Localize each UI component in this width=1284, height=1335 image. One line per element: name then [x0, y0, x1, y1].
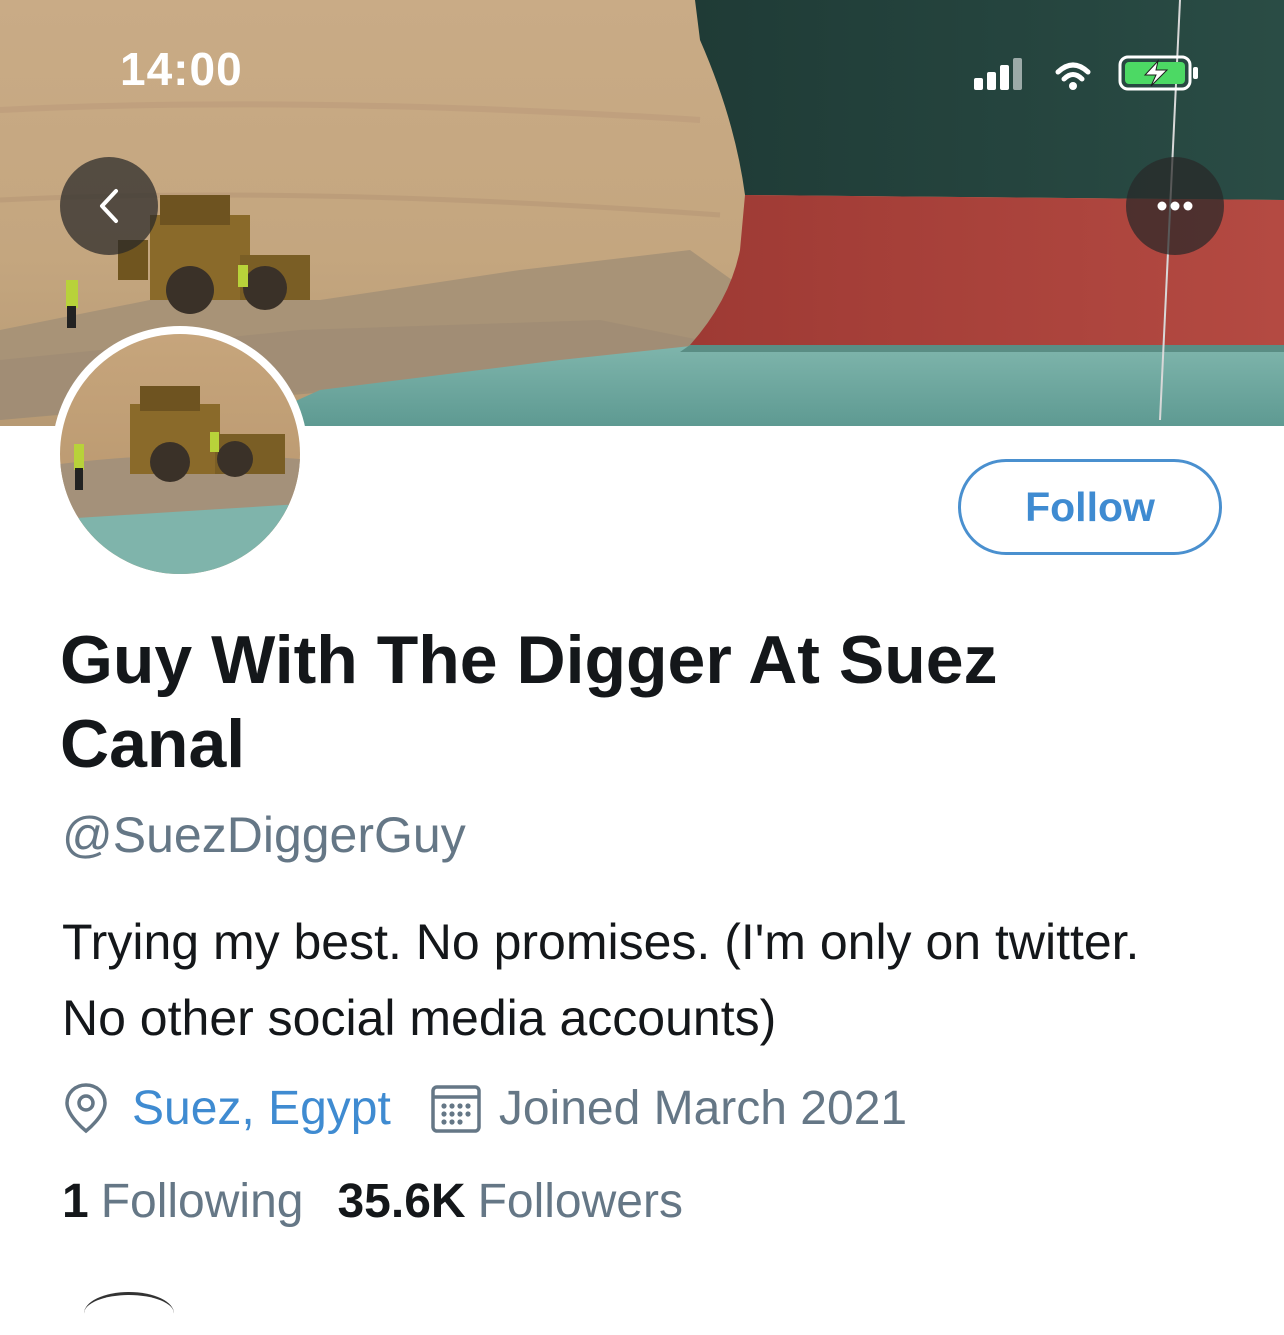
- status-bar-icons: [974, 55, 1198, 91]
- follow-button[interactable]: Follow: [958, 459, 1222, 555]
- chevron-left-icon: [100, 189, 118, 223]
- following-count: 1: [62, 1175, 89, 1228]
- back-button[interactable]: [60, 157, 158, 255]
- status-bar-time: 14:00: [120, 43, 243, 95]
- more-options-button[interactable]: [1126, 157, 1224, 255]
- battery-charging-icon: [1118, 55, 1198, 91]
- following-link[interactable]: 1 Following: [62, 1174, 303, 1229]
- followers-count: 35.6K: [337, 1175, 466, 1228]
- profile-display-name: Guy With The Digger At Suez Canal: [60, 622, 998, 782]
- wifi-icon: [1055, 62, 1091, 90]
- following-label: Following: [100, 1175, 304, 1228]
- next-section-peek: [84, 1292, 174, 1335]
- profile-meta: Suez, Egypt Joined March 2021: [62, 1076, 907, 1140]
- followers-link[interactable]: 35.6K Followers: [337, 1174, 682, 1229]
- profile-bio: Trying my best. No promises. (I'm only o…: [62, 914, 1140, 1046]
- profile-handle: @SuezDiggerGuy: [62, 807, 466, 863]
- signal-icon: [974, 58, 1022, 90]
- more-horizontal-icon: [1157, 201, 1193, 211]
- followers-label: Followers: [477, 1175, 683, 1228]
- profile-stats: 1 Following 35.6K Followers: [62, 1174, 683, 1229]
- profile-location[interactable]: Suez, Egypt: [132, 1081, 391, 1136]
- location-pin-icon: [65, 1083, 107, 1134]
- profile-avatar[interactable]: [52, 326, 308, 582]
- profile-joined-date: Joined March 2021: [498, 1081, 908, 1135]
- calendar-icon: [431, 1085, 481, 1133]
- avatar-image: [60, 334, 300, 574]
